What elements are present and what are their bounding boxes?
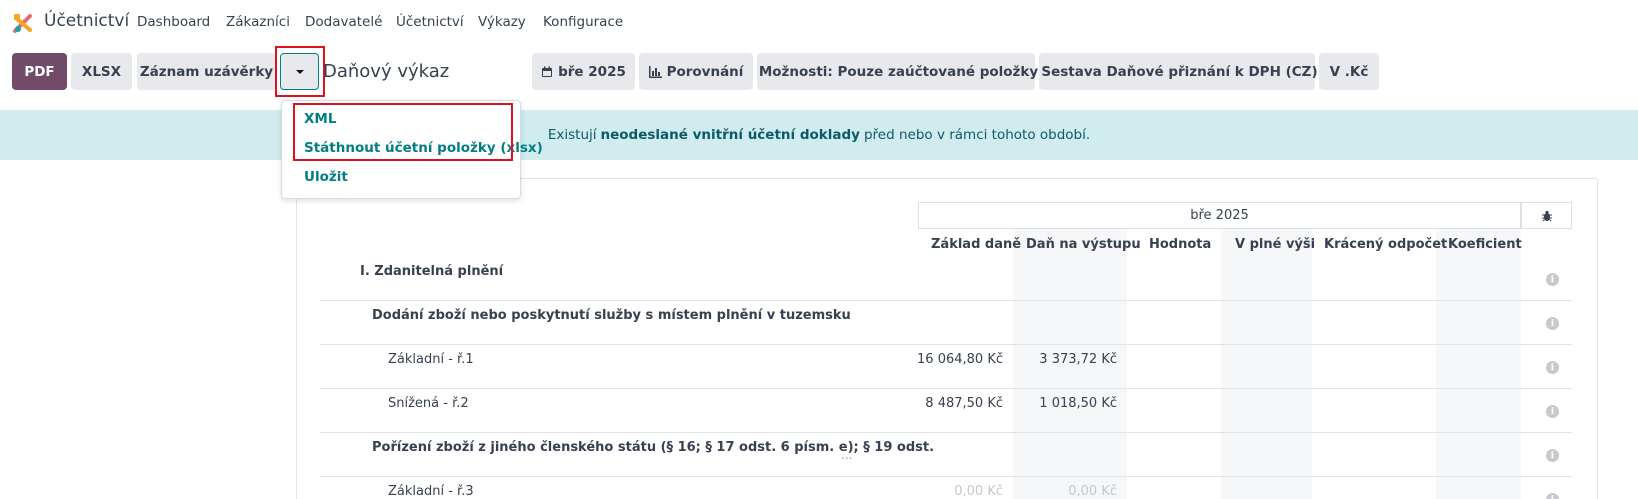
report-variant-button[interactable]: Sestava Daňové přiznání k DPH (CZ) — [1039, 53, 1318, 90]
page-title: Daňový výkaz — [323, 61, 450, 82]
column-header-output-tax[interactable]: Daň na výstupu — [1026, 237, 1141, 252]
period-filter-button[interactable]: bře 2025 — [532, 53, 635, 90]
caret-down-icon — [295, 69, 304, 74]
closing-entry-button[interactable]: Záznam uzávěrky — [137, 53, 276, 90]
debug-button[interactable] — [1521, 202, 1572, 229]
row-label[interactable]: Základní - ř.1 — [388, 352, 474, 367]
menu-item-xml[interactable]: XML — [304, 111, 336, 127]
menu-item-download-xlsx[interactable]: Státhnout účetní položky (xlsx) — [304, 140, 543, 156]
nav-dashboard[interactable]: Dashboard — [137, 14, 210, 30]
row-divider — [320, 344, 1572, 345]
options-filter-label: Možnosti: Pouze zaúčtované položky — [758, 63, 1039, 80]
nav-vendors[interactable]: Dodavatelé — [305, 14, 382, 30]
row-label[interactable]: I. Zdanitelná plnění — [360, 264, 503, 279]
export-dropdown-menu: XML Státhnout účetní položky (xlsx) Ulož… — [281, 100, 543, 199]
column-header-reduced-deduction[interactable]: Krácený odpočet — [1324, 237, 1447, 252]
calendar-icon — [542, 66, 553, 77]
nav-configuration[interactable]: Konfigurace — [543, 14, 623, 30]
nav-reports[interactable]: Výkazy — [478, 14, 526, 30]
info-icon[interactable]: i — [1546, 317, 1559, 330]
overflow-ellipsis: ... — [841, 448, 853, 462]
cell-tax-base[interactable]: 0,00 Kč — [880, 484, 1003, 499]
app-logo-icon[interactable] — [12, 12, 34, 34]
export-dropdown-toggle[interactable] — [280, 53, 319, 90]
column-header-coefficient[interactable]: Koeficient — [1448, 237, 1522, 252]
menu-item-save[interactable]: Uložit — [304, 169, 348, 185]
app-name[interactable]: Účetnictví — [44, 11, 129, 31]
banner-text-after: před nebo v rámci tohoto období. — [863, 127, 1091, 143]
info-icon[interactable]: i — [1546, 361, 1559, 374]
banner-text-before: Existují — [547, 127, 597, 143]
column-header-value[interactable]: Hodnota — [1149, 237, 1211, 252]
pdf-button[interactable]: PDF — [12, 53, 67, 90]
bug-icon — [1541, 210, 1552, 221]
row-label[interactable]: Základní - ř.3 — [388, 484, 474, 499]
row-divider — [320, 432, 1572, 433]
period-column-header: bře 2025 — [918, 202, 1521, 229]
nav-customers[interactable]: Zákazníci — [226, 14, 290, 30]
cell-tax-base[interactable]: 8 487,50 Kč — [880, 396, 1003, 411]
comparison-button[interactable]: Porovnání — [639, 53, 753, 90]
cell-output-tax[interactable]: 3 373,72 Kč — [997, 352, 1117, 367]
info-icon[interactable]: i — [1546, 273, 1559, 286]
cell-output-tax[interactable]: 0,00 Kč — [997, 484, 1117, 499]
options-filter-button[interactable]: Možnosti: Pouze zaúčtované položky — [757, 53, 1039, 90]
bar-chart-icon — [648, 65, 662, 78]
info-icon[interactable]: i — [1546, 493, 1559, 499]
report-variant-label: Sestava Daňové přiznání k DPH (CZ) — [1041, 63, 1318, 80]
row-label[interactable]: Dodání zboží nebo poskytnutí služby s mí… — [372, 308, 851, 323]
column-header-full-amount[interactable]: V plné výši — [1235, 237, 1315, 252]
unposted-entries-banner: Existují neodeslané vnitřní účetní dokla… — [0, 110, 1638, 160]
cell-output-tax[interactable]: 1 018,50 Kč — [997, 396, 1117, 411]
period-filter-label: bře 2025 — [558, 63, 626, 80]
nav-accounting[interactable]: Účetnictví — [396, 14, 464, 30]
top-navbar: Účetnictví Dashboard Zákazníci Dodavatel… — [0, 0, 1638, 44]
row-divider — [320, 300, 1572, 301]
column-shade-full — [1221, 229, 1312, 499]
row-divider — [320, 476, 1572, 477]
info-icon[interactable]: i — [1546, 449, 1559, 462]
column-header-tax-base[interactable]: Základ daně — [931, 237, 1021, 252]
info-icon[interactable]: i — [1546, 405, 1559, 418]
currency-button[interactable]: V .Kč — [1319, 53, 1379, 90]
banner-link[interactable]: neodeslané vnitřní účetní doklady — [601, 127, 860, 143]
cell-tax-base[interactable]: 16 064,80 Kč — [880, 352, 1003, 367]
column-shade-coefficient — [1436, 229, 1521, 499]
row-label[interactable]: Snížená - ř.2 — [388, 396, 469, 411]
xlsx-button[interactable]: XLSX — [71, 53, 132, 90]
row-divider — [320, 388, 1572, 389]
comparison-label: Porovnání — [666, 63, 744, 80]
